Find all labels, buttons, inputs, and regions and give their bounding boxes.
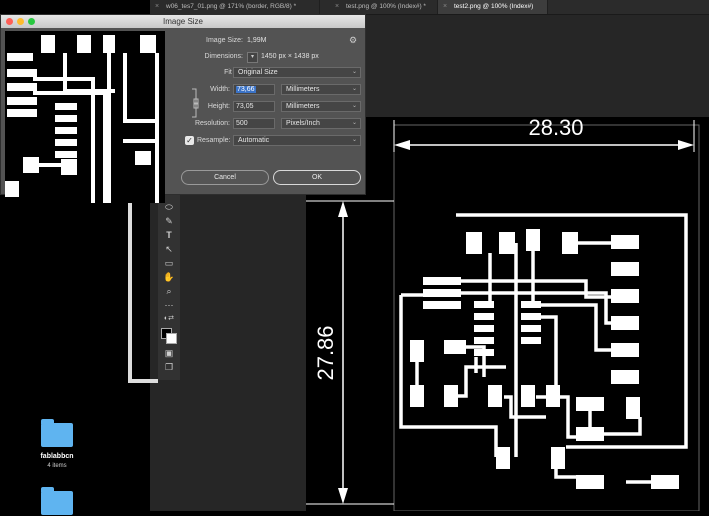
resolution-input[interactable]: 500 xyxy=(233,118,275,129)
swap-colors-icon[interactable]: ◐⇄ xyxy=(163,314,175,324)
close-tab-icon[interactable]: × xyxy=(335,0,339,14)
dialog-title-bar: Image Size xyxy=(1,15,365,28)
height-value: 73,05 xyxy=(236,103,254,110)
close-window-button[interactable] xyxy=(6,18,13,25)
path-selection-icon[interactable]: ↖ xyxy=(163,244,175,254)
tab-label: test.png @ 100% (Index#) * xyxy=(346,3,426,10)
close-tab-icon[interactable]: × xyxy=(155,0,159,14)
width-value: 73,66 xyxy=(236,86,256,93)
image-size-dialog: Image Size Image Size: 1,99M ⚙ Dimension… xyxy=(0,14,366,203)
background-image-window xyxy=(128,195,160,385)
type-tool-icon[interactable]: T xyxy=(163,230,175,240)
resample-value: Automatic xyxy=(238,137,270,144)
more-tools-icon[interactable]: ⋯ xyxy=(163,300,175,310)
desktop-folder-count: 4 items xyxy=(47,463,67,469)
dimensions-value: 1450 px × 1438 px xyxy=(261,53,319,60)
resample-label: Resample: xyxy=(197,137,231,144)
resample-dropdown[interactable]: Automatic ⌄ xyxy=(233,135,361,146)
height-unit-value: Millimeters xyxy=(286,103,320,110)
chevron-down-icon: ⌄ xyxy=(351,69,357,75)
ok-button[interactable]: OK xyxy=(273,170,361,185)
dim-arrow-bottom xyxy=(338,488,348,504)
height-input[interactable]: 73,05 xyxy=(233,101,275,112)
pen-tool-icon[interactable]: ✎ xyxy=(163,216,175,226)
maximize-window-button[interactable] xyxy=(28,18,35,25)
chevron-down-icon: ⌄ xyxy=(351,120,357,126)
fit-to-value: Original Size xyxy=(238,69,278,76)
fit-to-dropdown[interactable]: Original Size ⌄ xyxy=(233,67,361,78)
height-measure-text: 27.86 xyxy=(313,325,338,380)
width-unit-dropdown[interactable]: Millimeters ⌄ xyxy=(281,84,361,95)
background-trace xyxy=(128,195,158,383)
width-label: Width: xyxy=(210,86,230,93)
screen-mode-icon[interactable]: ❐ xyxy=(163,362,175,372)
pcb-pads xyxy=(410,229,679,489)
chevron-down-icon: ⌄ xyxy=(351,137,357,143)
desktop-folder-name[interactable]: fablabbcn xyxy=(20,453,94,460)
tab-test2[interactable]: × test2.png @ 100% (Index#) xyxy=(438,0,548,14)
hand-tool-icon[interactable]: ✋ xyxy=(163,272,175,282)
height-unit-dropdown[interactable]: Millimeters ⌄ xyxy=(281,101,361,112)
dim-arrow-left xyxy=(394,140,410,150)
dimensions-units-dropdown[interactable]: ▾ xyxy=(247,52,258,63)
tab-label: w06_tes7_01.png @ 171% (border, RGB/8) * xyxy=(166,3,297,10)
quick-mask-icon[interactable]: ▣ xyxy=(163,348,175,358)
tools-panel: ⬭ ✎ T ↖ ▭ ✋ ⌕ ⋯ ◐⇄ ▣ ❐ xyxy=(158,188,180,380)
chevron-down-icon: ⌄ xyxy=(351,86,357,92)
dim-arrow-right xyxy=(678,140,694,150)
dialog-title: Image Size xyxy=(162,17,204,26)
image-size-label: Image Size: xyxy=(206,37,243,44)
resolution-value: 500 xyxy=(236,120,248,127)
tab-test[interactable]: × test.png @ 100% (Index#) * xyxy=(330,0,438,14)
image-preview[interactable] xyxy=(5,31,165,203)
close-tab-icon[interactable]: × xyxy=(443,0,447,14)
folder-icon[interactable] xyxy=(41,487,73,515)
width-measure-text: 28.30 xyxy=(528,117,583,140)
resolution-label: Resolution: xyxy=(194,120,230,127)
canvas[interactable]: 28.30 27.86 xyxy=(306,115,709,512)
document-tab-bar: × w06_tes7_01.png @ 171% (border, RGB/8)… xyxy=(150,0,709,15)
tab-label: test2.png @ 100% (Index#) xyxy=(454,3,534,10)
dimensions-label: Dimensions: xyxy=(204,53,243,60)
tab-w06-tes7[interactable]: × w06_tes7_01.png @ 171% (border, RGB/8)… xyxy=(150,0,320,14)
width-unit-value: Millimeters xyxy=(286,86,320,93)
gear-icon[interactable]: ⚙ xyxy=(349,35,357,46)
minimize-window-button[interactable] xyxy=(17,18,24,25)
pcb-drawing: 28.30 27.86 xyxy=(306,115,700,512)
image-size-value: 1,99M xyxy=(247,37,267,44)
width-input[interactable]: 73,66 xyxy=(233,84,275,95)
folder-icon[interactable] xyxy=(41,419,73,447)
preview-pcb xyxy=(5,35,159,203)
rectangle-tool-icon[interactable]: ▭ xyxy=(163,258,175,268)
pcb-traces xyxy=(399,213,688,484)
resolution-unit-value: Pixels/Inch xyxy=(286,120,320,127)
height-label: Height: xyxy=(207,103,230,110)
chevron-down-icon: ⌄ xyxy=(351,103,357,109)
resolution-unit-dropdown[interactable]: Pixels/Inch ⌄ xyxy=(281,118,361,129)
background-color[interactable] xyxy=(166,333,177,344)
stamp-tool-icon[interactable]: ⬭ xyxy=(163,202,175,212)
dim-arrow-top xyxy=(338,201,348,217)
zoom-tool-icon[interactable]: ⌕ xyxy=(163,286,175,296)
cancel-button[interactable]: Cancel xyxy=(181,170,269,185)
resample-checkbox[interactable]: ✓ xyxy=(185,136,194,145)
